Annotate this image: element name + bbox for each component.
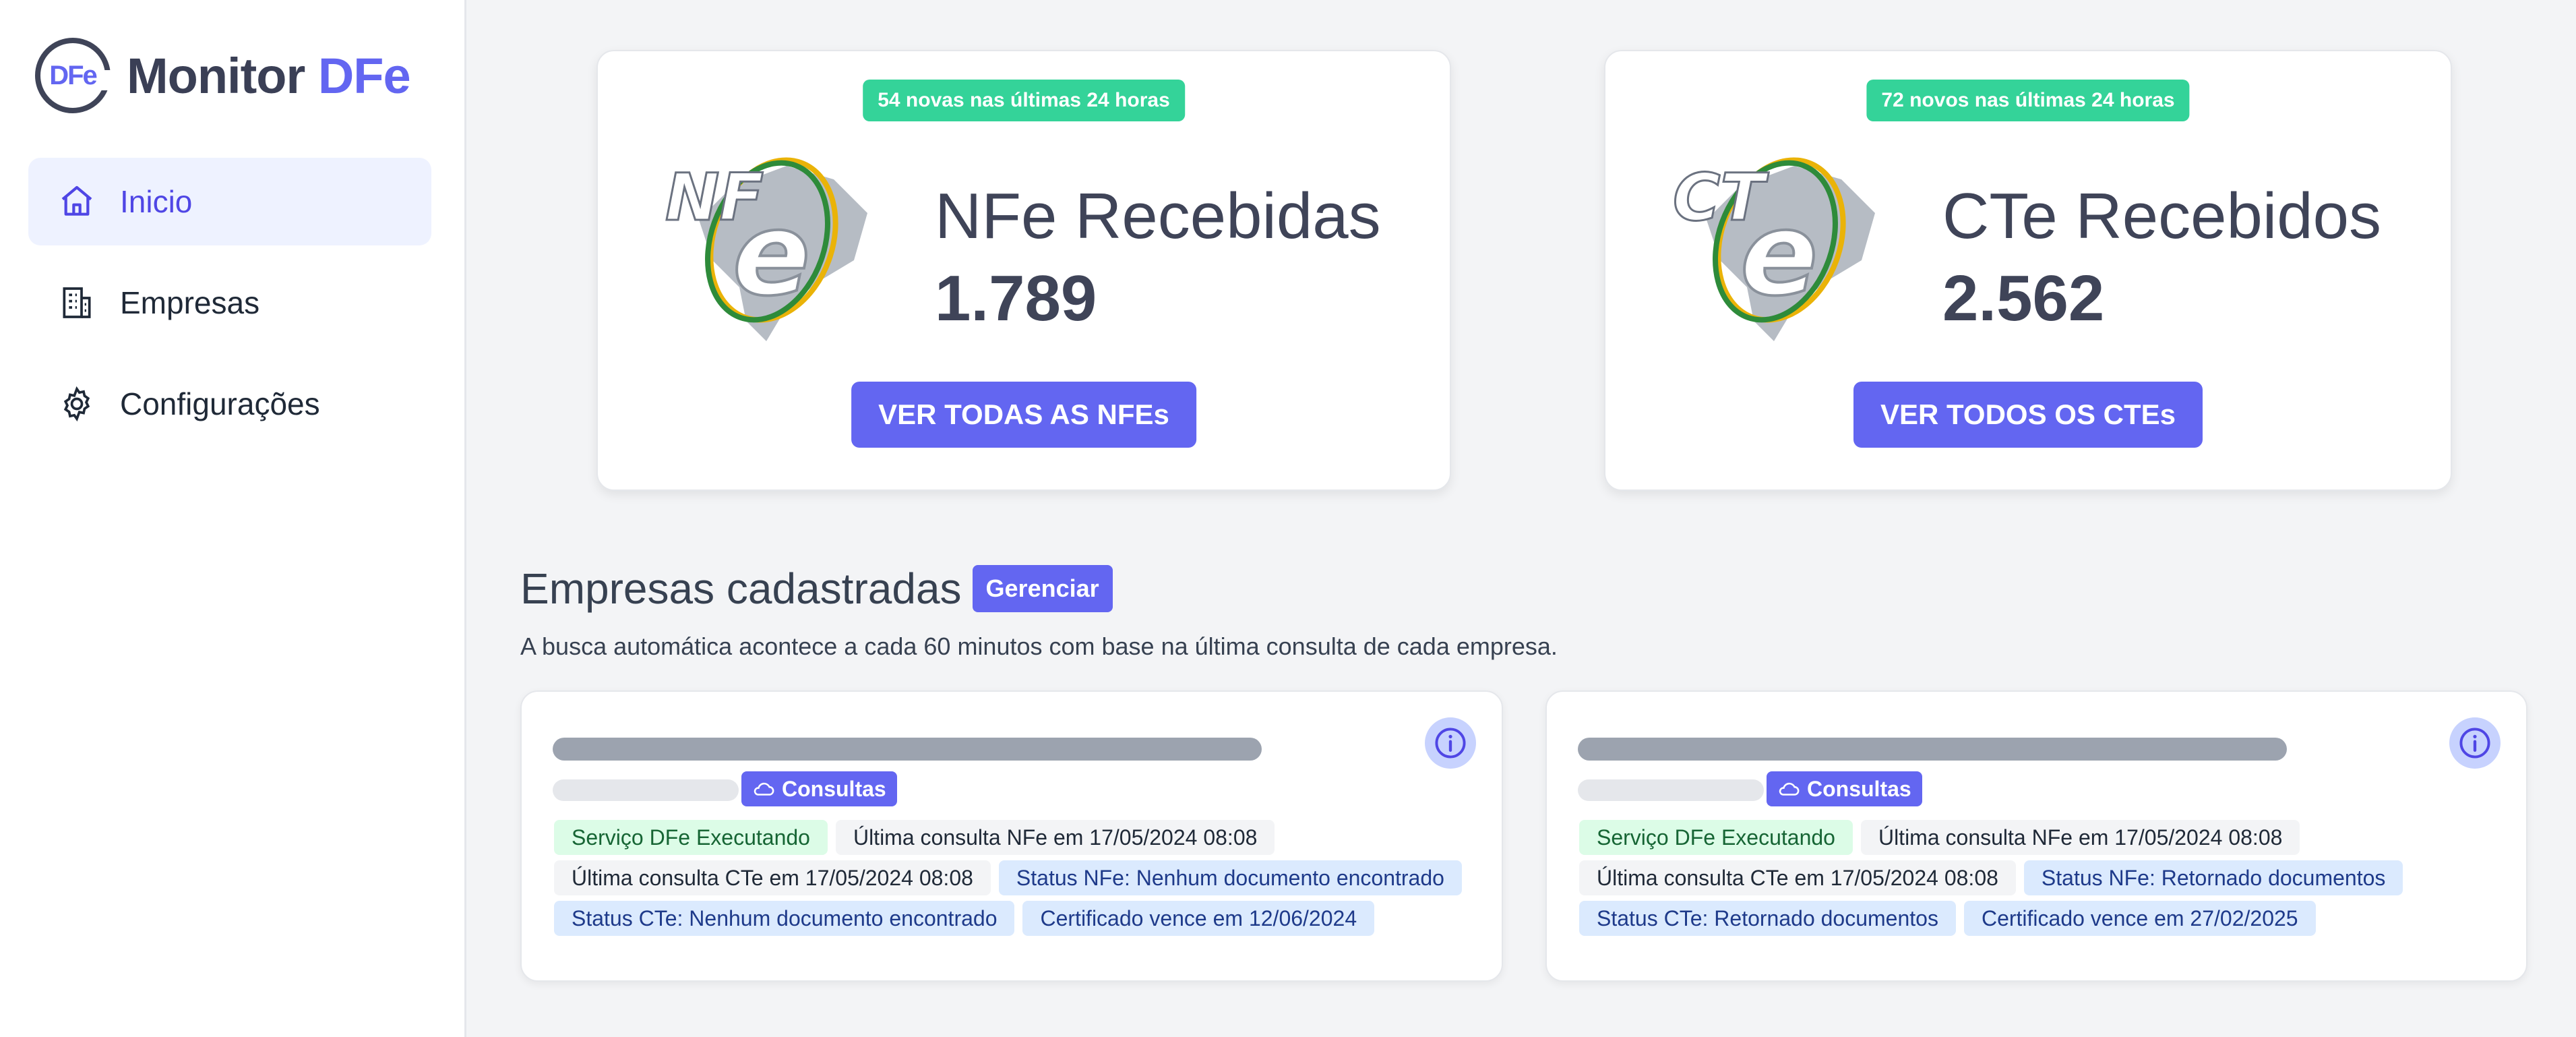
certificate-expiry-tag: Certificado vence em 27/02/2025 <box>1963 901 2316 936</box>
view-all-nfes-button[interactable]: VER TODAS AS NFEs <box>851 382 1196 448</box>
cte-status-tag: Status CTe: Nenhum documento encontrado <box>554 901 1015 936</box>
consultas-label: Consultas <box>782 776 886 801</box>
nfe-stat-card: 54 novas nas últimas 24 horas NF e NFe R… <box>596 50 1451 491</box>
company-name-placeholder <box>1578 738 2287 761</box>
company-status-tags: Serviço DFe Executando Última consulta N… <box>554 820 1471 941</box>
manage-companies-button[interactable]: Gerenciar <box>972 565 1113 612</box>
cte-logo-e: e <box>1740 188 1818 322</box>
company-cnpj-placeholder <box>1578 779 1764 801</box>
sidebar-item-label: Inicio <box>120 184 193 219</box>
sidebar-item-configuracoes[interactable]: Configurações <box>28 360 431 448</box>
cte-new-badge: 72 novos nas últimas 24 horas <box>1866 80 2190 121</box>
company-name-placeholder <box>553 738 1262 761</box>
company-card: Consultas Serviço DFe Executando Última … <box>520 690 1503 982</box>
companies-title: Empresas cadastradas <box>520 564 962 613</box>
consultas-button[interactable]: Consultas <box>1767 771 1922 806</box>
cte-status-tag: Status CTe: Retornado documentos <box>1579 901 1956 936</box>
cloud-icon <box>1779 782 1800 796</box>
view-all-ctes-button[interactable]: VER TODOS OS CTEs <box>1853 382 2203 448</box>
sidebar-item-inicio[interactable]: Inicio <box>28 158 431 245</box>
consultas-label: Consultas <box>1807 776 1911 801</box>
sidebar: DFe Monitor DFe Inicio Empresas Configur… <box>0 0 466 1037</box>
service-status-tag: Serviço DFe Executando <box>554 820 828 855</box>
app-name-part1: Monitor <box>127 47 305 104</box>
nfe-new-badge: 54 novas nas últimas 24 horas <box>863 80 1185 121</box>
nfe-status-tag: Status NFe: Retornado documentos <box>2023 860 2403 895</box>
companies-header: Empresas cadastradas Gerenciar <box>520 564 1113 614</box>
sidebar-item-label: Configurações <box>120 386 320 421</box>
last-nfe-query-tag: Última consulta NFe em 17/05/2024 08:08 <box>835 820 1275 855</box>
company-status-tags: Serviço DFe Executando Última consulta N… <box>1579 820 2496 941</box>
gear-icon <box>57 384 97 424</box>
cte-title: CTe Recebidos <box>1942 180 2381 252</box>
info-icon <box>1435 728 1466 759</box>
consultas-button[interactable]: Consultas <box>741 771 897 806</box>
certificate-expiry-tag: Certificado vence em 12/06/2024 <box>1022 901 1375 936</box>
company-cnpj-placeholder <box>553 779 739 801</box>
building-icon <box>57 283 97 323</box>
nfe-count: 1.789 <box>935 262 1097 334</box>
logo-mark: DFe <box>35 38 112 113</box>
last-cte-query-tag: Última consulta CTe em 17/05/2024 08:08 <box>554 860 991 895</box>
info-icon <box>2459 728 2490 759</box>
info-button[interactable] <box>1425 717 1476 769</box>
companies-description: A busca automática acontece a cada 60 mi… <box>520 632 1558 660</box>
info-button[interactable] <box>2449 717 2501 769</box>
sidebar-item-empresas[interactable]: Empresas <box>28 259 431 347</box>
last-nfe-query-tag: Última consulta NFe em 17/05/2024 08:08 <box>1860 820 2300 855</box>
sidebar-item-label: Empresas <box>120 285 260 320</box>
nfe-logo-icon: NF e <box>665 157 867 341</box>
cte-logo-icon: CT e <box>1672 157 1875 341</box>
sidebar-nav: Inicio Empresas Configurações <box>28 158 431 461</box>
last-cte-query-tag: Última consulta CTe em 17/05/2024 08:08 <box>1579 860 2016 895</box>
nfe-title: NFe Recebidas <box>935 180 1381 252</box>
app-name: Monitor DFe <box>127 47 411 105</box>
company-card: Consultas Serviço DFe Executando Última … <box>1545 690 2527 982</box>
nfe-status-tag: Status NFe: Nenhum documento encontrado <box>998 860 1462 895</box>
cloud-icon <box>754 782 774 796</box>
service-status-tag: Serviço DFe Executando <box>1579 820 1853 855</box>
nfe-logo-e: e <box>733 188 810 322</box>
app-name-part2: DFe <box>317 47 411 104</box>
home-icon <box>57 181 97 222</box>
cte-stat-card: 72 novos nas últimas 24 horas CT e CTe R… <box>1604 50 2452 491</box>
cte-count: 2.562 <box>1942 262 2105 334</box>
app-logo[interactable]: DFe Monitor DFe <box>35 38 411 113</box>
